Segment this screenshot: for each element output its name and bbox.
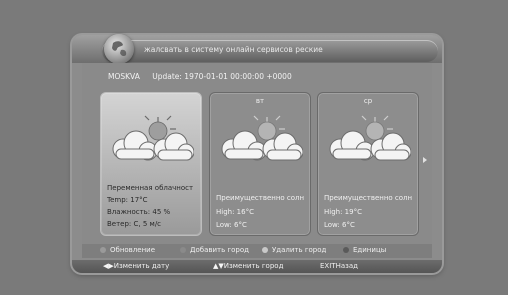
units-label: Единицы (353, 246, 387, 254)
change-date-label: Изменить дату (113, 262, 170, 270)
dark-key-icon (343, 247, 349, 253)
exit-key-label: EXIT (320, 262, 336, 270)
light-key-icon (262, 247, 268, 253)
units-button[interactable]: Единицы (343, 246, 386, 254)
low-line: Low: 6°C (216, 221, 247, 229)
update-time: Update: 1970-01-01 00:00:00 +0000 (152, 72, 292, 81)
forecast-card-tue[interactable]: вт Преимущественно солн High: 16°C Low: … (209, 92, 311, 236)
change-date-hint[interactable]: ◀▶Изменить дату (103, 262, 169, 270)
partly-cloudy-icon (112, 115, 194, 161)
back-label: Назад (335, 262, 358, 270)
delete-city-label: Удалить город (272, 246, 327, 254)
wind-line: Ветер: С, 5 м/с (107, 220, 162, 228)
change-city-label: Изменить город (223, 262, 284, 270)
card-day: ср (363, 97, 373, 105)
partly-cloudy-icon (221, 115, 303, 161)
humidity-line: Влажность: 45 % (107, 208, 171, 216)
up-down-arrows-icon: ▲▼ (213, 262, 224, 270)
grey-key-icon (180, 247, 186, 253)
low-line: Low: 6°C (324, 221, 355, 229)
weather-description: Преимущественно солн (324, 194, 413, 202)
refresh-label: Обновление (110, 246, 156, 254)
weather-description: Преимущественно солн (216, 194, 305, 202)
high-line: High: 16°C (216, 208, 254, 216)
forecast-card-wed[interactable]: ср Преимущественно солн High: 19°C Low: … (317, 92, 419, 236)
high-line: High: 19°C (324, 208, 362, 216)
left-right-arrows-icon: ◀▶ (103, 262, 114, 270)
info-line: MOSKVA Update: 1970-01-01 00:00:00 +0000 (108, 72, 292, 81)
next-page-arrow-icon[interactable] (423, 157, 427, 163)
forecast-card-today[interactable]: Переменная облачност Temp: 17°C Влажност… (100, 92, 202, 236)
temp-line: Temp: 17°C (107, 196, 148, 204)
weather-description: Переменная облачност (107, 184, 194, 192)
header-title: жалсвать в систему онлайн сервисов рески… (144, 45, 323, 54)
add-city-button[interactable]: Добавить город (180, 246, 249, 254)
change-city-hint[interactable]: ▲▼Изменить город (213, 262, 283, 270)
globe-icon (104, 34, 134, 64)
add-city-label: Добавить город (190, 246, 249, 254)
refresh-button[interactable]: Обновление (100, 246, 155, 254)
exit-hint[interactable]: EXITНазад (320, 262, 358, 270)
city-name: MOSKVA (108, 72, 140, 81)
card-day: вт (255, 97, 265, 105)
partly-cloudy-icon (329, 115, 411, 161)
delete-city-button[interactable]: Удалить город (262, 246, 326, 254)
grey-key-icon (100, 247, 106, 253)
